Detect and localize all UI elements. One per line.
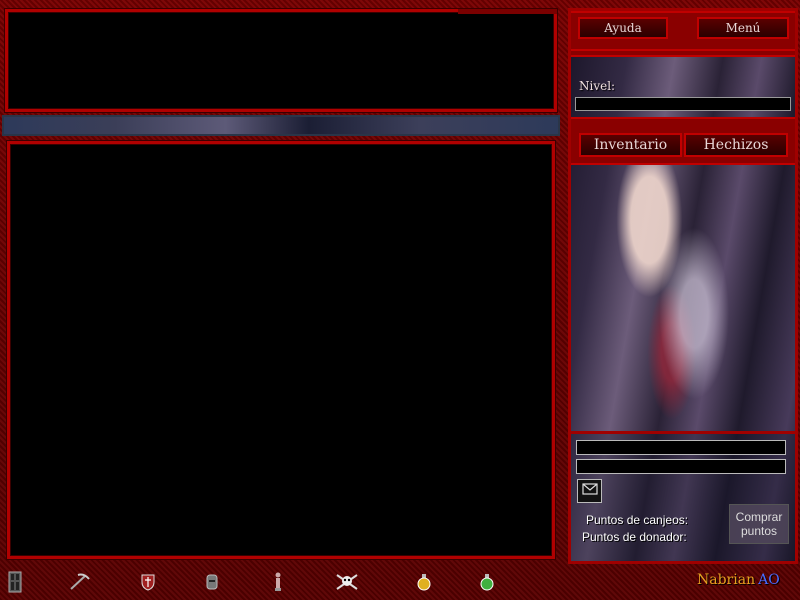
mail-icon [581,482,598,500]
help-button-label: Ayuda [604,21,642,35]
tab-inventory[interactable]: Inventario [579,133,682,157]
level-label: Nivel: [579,79,616,93]
chat-input[interactable] [6,119,560,134]
donor-points-label: Puntos de donador: [582,530,687,544]
right-panel: Ayuda Menú Nivel: Inventario Hechizos Pu… [568,8,798,564]
tab-spells[interactable]: Hechizos [684,133,788,157]
chat-console [5,9,557,112]
green-potion-icon[interactable] [477,570,497,594]
console-tab [458,9,557,14]
help-button[interactable]: Ayuda [578,17,668,39]
menu-button[interactable]: Menú [697,17,789,39]
points-panel: Puntos de canjeos: Puntos de donador: Co… [571,431,795,561]
pickaxe-icon[interactable] [67,570,91,594]
tab-inventory-label: Inventario [593,137,668,153]
exchange-points-label: Puntos de canjeos: [586,513,689,527]
skull-crossbones-icon[interactable] [334,570,360,594]
statue-icon[interactable] [268,570,288,594]
experience-bar [575,97,791,111]
tab-spells-label: Hechizos [703,137,769,153]
yellow-potion-icon[interactable] [414,570,434,594]
private-message-target-field[interactable] [576,440,786,455]
door-icon[interactable] [5,570,25,594]
private-message-field[interactable] [576,459,786,474]
brand-name: Nabrian [697,572,756,588]
bottom-toolbar [0,566,800,600]
brand-logo: Nabrian AO [697,572,780,588]
helmet-icon[interactable] [202,570,222,594]
menu-button-label: Menú [725,21,761,35]
red-shield-icon[interactable] [138,570,158,594]
brand-suffix: AO [758,572,780,588]
chat-input-bar[interactable] [2,115,560,136]
header-divider [571,49,795,57]
game-viewport[interactable] [7,141,555,559]
buy-points-button[interactable]: Comprar puntos [729,504,789,544]
mail-button[interactable] [577,479,602,503]
